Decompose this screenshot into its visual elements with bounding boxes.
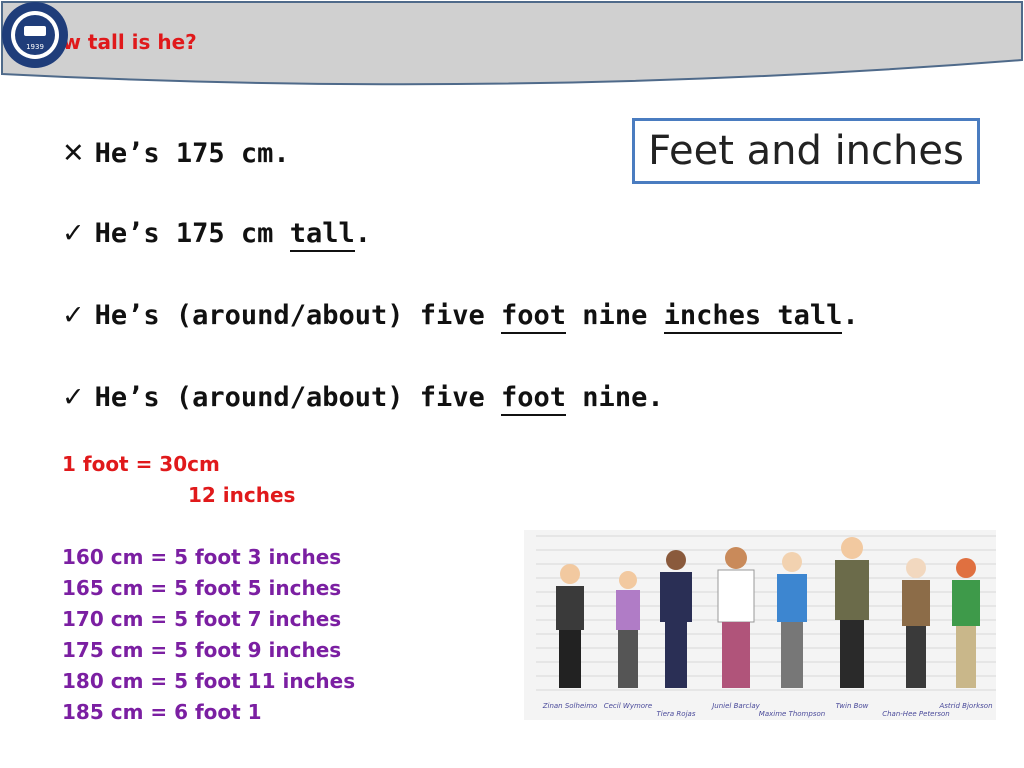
underlined-word: foot — [501, 300, 567, 334]
seal-year: 1939 — [26, 43, 44, 51]
sentence-text-mid: nine — [566, 300, 664, 331]
name-label: Juniel Barclay — [710, 702, 760, 710]
sentence-correct-3: ✓ He’s (around/about) five foot nine. — [62, 382, 664, 416]
sentence-text: He’s 175 cm — [94, 218, 290, 249]
sentence-text: He’s (around/about) five — [94, 300, 502, 331]
underlined-word: foot — [501, 382, 567, 416]
name-label: Astrid Bjorkson — [939, 702, 993, 710]
sentence-end: . — [354, 218, 371, 249]
check-icon: ✓ — [62, 218, 85, 249]
sentence-end: . — [842, 300, 859, 331]
name-label: Cecil Wymore — [604, 702, 653, 710]
header-banner: How tall is he? 1939 — [0, 0, 1024, 96]
sentence-text: He’s (around/about) five — [94, 382, 502, 413]
conversion-row: 180 cm = 5 foot 11 inches — [62, 669, 356, 693]
sentence-correct-1: ✓ He’s 175 cm tall. — [62, 218, 371, 252]
underlined-phrase: inches tall — [663, 300, 843, 334]
check-icon: ✓ — [62, 382, 85, 413]
topic-box: Feet and inches — [632, 118, 980, 184]
name-label: Zinan Solheimo — [542, 702, 598, 710]
conversion-row: 175 cm = 5 foot 9 inches — [62, 638, 342, 662]
name-label: Tiera Rojas — [657, 710, 696, 718]
conversion-line-2: 12 inches — [188, 483, 296, 507]
check-icon: ✓ — [62, 300, 85, 331]
name-label: Twin Bow — [836, 702, 869, 710]
sentence-correct-2: ✓ He’s (around/about) five foot nine inch… — [62, 300, 859, 334]
conversion-row: 170 cm = 5 foot 7 inches — [62, 607, 342, 631]
topic-label: Feet and inches — [648, 128, 964, 174]
conversion-row: 160 cm = 5 foot 3 inches — [62, 545, 342, 569]
sentence-end: nine. — [566, 382, 664, 413]
underlined-word: tall — [289, 218, 355, 252]
sentence-incorrect: ✕ He’s 175 cm. — [62, 138, 290, 169]
name-label: Chan-Hee Peterson — [882, 710, 950, 718]
conversion-line-1: 1 foot = 30cm — [62, 452, 220, 476]
height-chart-illustration: Zinan Solheimo Cecil Wymore Tiera Rojas … — [524, 530, 996, 720]
university-seal-icon: 1939 — [2, 2, 68, 68]
conversion-row: 185 cm = 6 foot 1 — [62, 700, 262, 724]
name-label: Maxime Thompson — [759, 710, 825, 718]
sentence-text: He’s 175 cm. — [94, 138, 290, 169]
conversion-row: 165 cm = 5 foot 5 inches — [62, 576, 342, 600]
cross-icon: ✕ — [62, 138, 85, 169]
